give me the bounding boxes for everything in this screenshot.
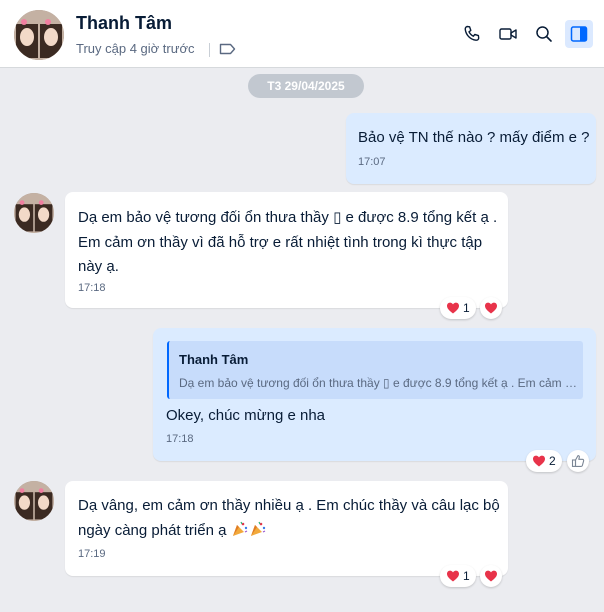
message-time: 17:07 <box>358 156 386 168</box>
heart-icon <box>447 302 459 314</box>
contact-avatar[interactable] <box>14 10 64 60</box>
message-line: này ạ. <box>78 258 119 275</box>
quote-author: Thanh Tâm <box>179 352 249 367</box>
tag-icon[interactable] <box>219 42 236 56</box>
message-bubble-incoming[interactable]: Dạ vâng, em cảm ơn thầy nhiều ạ . Em chú… <box>65 481 508 576</box>
reaction-summary[interactable]: 1 <box>440 297 476 319</box>
reaction-count: 1 <box>463 569 470 583</box>
heart-icon <box>485 302 497 314</box>
message-time: 17:19 <box>78 548 106 560</box>
heart-icon <box>447 570 459 582</box>
message-text: Bảo vệ TN thế nào ? mấy điểm e ? <box>358 129 590 146</box>
video-call-icon <box>499 28 517 40</box>
react-button[interactable] <box>480 297 502 319</box>
message-line: ngày càng phát triển ạ <box>78 522 231 539</box>
sender-avatar[interactable] <box>14 481 54 521</box>
thumbs-up-icon <box>571 455 585 467</box>
message-bubble-incoming[interactable]: Dạ em bảo vệ tương đối ổn thưa thầy ▯ e … <box>65 192 508 308</box>
status-divider <box>209 43 210 57</box>
party-popper-icon <box>232 521 247 536</box>
contact-name[interactable]: Thanh Tâm <box>76 13 172 34</box>
message-line: Dạ vâng, em cảm ơn thầy nhiều ạ . Em chú… <box>78 497 500 514</box>
message-line: Dạ em bảo vệ tương đối ổn thưa thầy ▯ e … <box>78 209 498 226</box>
message-line: Em cảm ơn thầy vì đã hỗ trợ e rất nhiệt … <box>78 234 483 251</box>
chat-header: Thanh Tâm Truy cập 4 giờ trước <box>0 0 604 68</box>
sidebar-toggle-icon <box>570 26 588 42</box>
reaction-summary[interactable]: 1 <box>440 565 476 587</box>
date-separator: T3 29/04/2025 <box>248 74 364 98</box>
quoted-message[interactable]: Thanh Tâm Dạ em bảo vệ tương đối ổn thưa… <box>167 341 583 399</box>
search-button[interactable] <box>530 20 558 48</box>
phone-icon <box>464 25 480 41</box>
quote-text: Dạ em bảo vệ tương đối ổn thưa thầy ▯ e … <box>179 376 577 390</box>
react-button[interactable] <box>567 450 589 472</box>
message-text: Okey, chúc mừng e nha <box>166 407 326 424</box>
react-button[interactable] <box>480 565 502 587</box>
conversation-info-button[interactable] <box>565 20 593 48</box>
call-button[interactable] <box>458 20 486 48</box>
contact-status: Truy cập 4 giờ trước <box>76 41 195 56</box>
sender-avatar[interactable] <box>14 193 54 233</box>
party-popper-icon <box>250 521 265 536</box>
message-bubble-outgoing[interactable]: Bảo vệ TN thế nào ? mấy điểm e ? 17:07 <box>346 113 596 184</box>
reaction-count: 2 <box>549 454 556 468</box>
message-line-with-emoji: ngày càng phát triển ạ <box>78 518 267 543</box>
reaction-count: 1 <box>463 301 470 315</box>
reaction-summary[interactable]: 2 <box>526 450 562 472</box>
message-time: 17:18 <box>166 433 194 445</box>
message-time: 17:18 <box>78 282 106 294</box>
heart-icon <box>485 570 497 582</box>
search-icon <box>536 26 552 42</box>
video-call-button[interactable] <box>494 20 522 48</box>
heart-icon <box>533 455 545 467</box>
